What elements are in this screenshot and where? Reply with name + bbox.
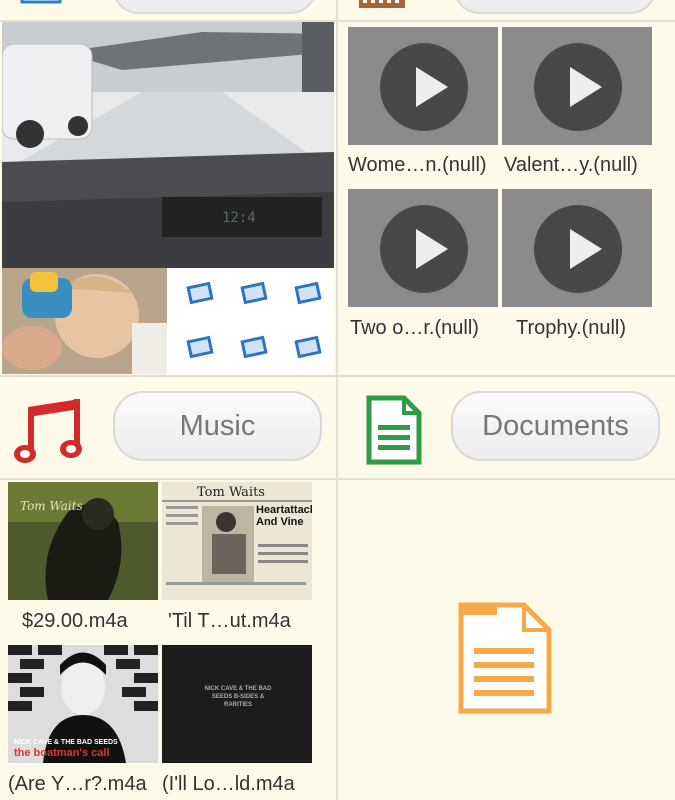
video-thumbnail[interactable] bbox=[502, 189, 652, 307]
album-art[interactable]: NICK CAVE & THE BAD SEEDS the boatman's c… bbox=[8, 645, 158, 763]
video-caption: Wome…n.(null) bbox=[348, 154, 487, 176]
album-art[interactable]: Tom Waits Heartattack And Vine bbox=[162, 482, 312, 600]
photos-button[interactable] bbox=[112, 0, 317, 14]
image-placeholder-icon bbox=[173, 274, 223, 314]
video-caption: Trophy.(null) bbox=[516, 317, 627, 339]
video-caption: Valent…y.(null) bbox=[504, 154, 638, 176]
videos-preview[interactable]: Wome…n.(null) Valent…y.(null) Two o…r.(n… bbox=[338, 22, 675, 374]
album-art-title: Tom Waits bbox=[197, 485, 265, 500]
image-placeholder-icon bbox=[281, 328, 331, 368]
play-icon bbox=[534, 205, 622, 293]
video-thumbnail[interactable] bbox=[348, 189, 498, 307]
video-caption: Two o…r.(null) bbox=[350, 317, 479, 339]
album-art-artist: NICK CAVE & THE BAD SEEDS bbox=[14, 739, 118, 746]
documents-button[interactable]: Documents bbox=[451, 391, 660, 461]
music-caption: 'Til T…ut.m4a bbox=[168, 610, 291, 632]
music-category-header: Music bbox=[0, 377, 336, 478]
videos-button[interactable] bbox=[453, 0, 657, 14]
photo-thumbnail-baby bbox=[2, 268, 167, 374]
document-large-icon bbox=[458, 602, 552, 714]
image-placeholder-icon bbox=[227, 328, 277, 368]
album-art[interactable]: Tom Waits bbox=[8, 482, 158, 600]
photo-thumbnail-grid bbox=[169, 268, 334, 374]
image-placeholder-icon bbox=[281, 274, 331, 314]
documents-preview[interactable] bbox=[338, 480, 675, 800]
play-icon bbox=[380, 43, 468, 131]
photos-category-header bbox=[0, 0, 337, 20]
play-icon bbox=[534, 43, 622, 131]
music-note-icon bbox=[14, 397, 86, 467]
film-strip-icon bbox=[359, 0, 405, 10]
image-placeholder-icon bbox=[173, 328, 223, 368]
photos-preview[interactable]: 12:4 bbox=[2, 22, 334, 374]
album-art-headline: Heartattack And Vine bbox=[256, 504, 312, 528]
music-caption: $29.00.m4a bbox=[22, 610, 128, 632]
play-icon bbox=[380, 205, 468, 293]
videos-category-header bbox=[339, 0, 675, 20]
video-thumbnail[interactable] bbox=[502, 27, 652, 145]
album-art-text: NICK CAVE & THE BAD SEEDS B-SIDES & RARI… bbox=[204, 686, 272, 708]
photos-icon bbox=[20, 0, 62, 8]
album-art-album: the boatman's call bbox=[14, 747, 110, 759]
music-caption: (Are Y…r?.m4a bbox=[8, 773, 147, 795]
music-caption: (I'll Lo…ld.m4a bbox=[162, 773, 295, 795]
music-button[interactable]: Music bbox=[113, 391, 322, 461]
svg-text:12:4: 12:4 bbox=[222, 210, 256, 226]
album-art-text: Tom Waits bbox=[20, 499, 83, 513]
photo-thumbnail-road: 12:4 bbox=[2, 22, 334, 268]
video-thumbnail[interactable] bbox=[348, 27, 498, 145]
album-art[interactable]: NICK CAVE & THE BAD SEEDS B-SIDES & RARI… bbox=[162, 645, 312, 763]
documents-category-header: Documents bbox=[338, 377, 675, 478]
document-icon bbox=[366, 395, 422, 465]
music-preview[interactable]: Tom Waits $29.00.m4a Tom Waits Heartatta… bbox=[0, 480, 336, 800]
image-placeholder-icon bbox=[227, 274, 277, 314]
